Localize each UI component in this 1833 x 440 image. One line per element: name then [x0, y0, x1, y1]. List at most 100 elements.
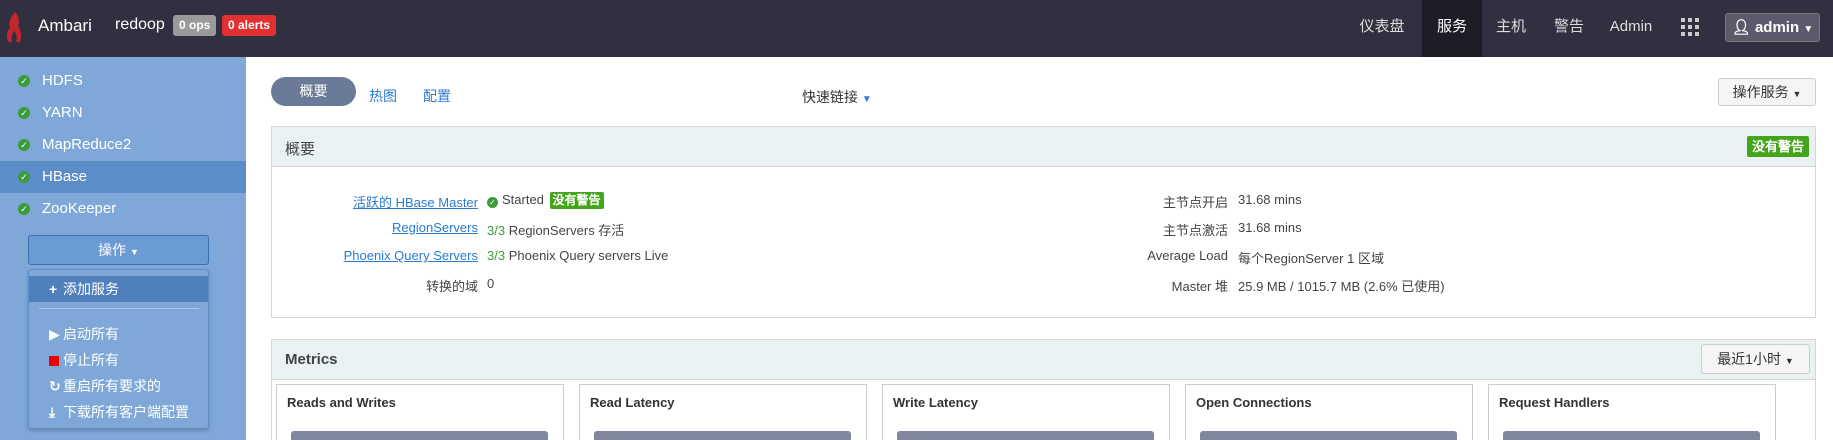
sidebar-item-label: YARN — [42, 104, 83, 121]
actions-label: 操作 — [98, 242, 127, 258]
refresh-icon: ↻ — [49, 378, 61, 394]
widget-chart-area — [897, 431, 1154, 440]
widget-request-handlers[interactable]: Request Handlers — [1488, 384, 1776, 440]
status-ok-icon: ✓ — [18, 75, 30, 87]
brand-name[interactable]: Ambari — [38, 16, 92, 36]
widget-title: Reads and Writes — [287, 395, 396, 410]
top-navbar: Ambari redoop 0 ops 0 alerts 仪表盘 服务 主机 警… — [0, 0, 1833, 57]
user-name: admin — [1754, 19, 1800, 36]
menu-stop-all[interactable]: 停止所有 — [29, 347, 208, 373]
summary-panel-header: 概要 没有警告 — [272, 127, 1815, 167]
caret-down-icon: ▼ — [129, 247, 139, 257]
ops-badge[interactable]: 0 ops — [173, 15, 217, 36]
master-activated-label: 主节点激活 — [1162, 223, 1228, 238]
widget-title: Request Handlers — [1499, 395, 1610, 410]
menu-label: 启动所有 — [63, 326, 119, 342]
widget-reads-and-writes[interactable]: Reads and Writes — [276, 384, 564, 440]
time-range-label: 最近1小时 — [1717, 351, 1781, 367]
regionservers-count: 3/3 — [487, 223, 506, 238]
master-status-text: Started — [502, 192, 544, 207]
user-icon: 👤︎ — [1731, 19, 1751, 36]
status-ok-icon: ✓ — [18, 107, 30, 119]
master-started-label: 主节点开启 — [1162, 195, 1228, 210]
nav-alerts[interactable]: 警告 — [1540, 0, 1598, 57]
widget-title: Read Latency — [590, 395, 675, 410]
widget-chart-area — [594, 431, 851, 440]
cluster-name[interactable]: redoop — [115, 16, 165, 34]
summary-title: 概要 — [285, 141, 316, 158]
download-icon: ⤓ — [49, 404, 56, 420]
nav-services[interactable]: 服务 — [1422, 0, 1482, 57]
master-started-value: 31.68 mins — [1238, 192, 1302, 207]
menu-download-configs[interactable]: ⤓ 下载所有客户端配置 — [29, 399, 208, 425]
menu-label: 重启所有要求的 — [63, 378, 161, 394]
master-heap-value: 25.9 MB / 1015.7 MB (2.6% 已使用) — [1238, 279, 1445, 294]
widget-read-latency[interactable]: Read Latency — [579, 384, 867, 440]
alerts-badge[interactable]: 0 alerts — [222, 15, 277, 36]
regionservers-link[interactable]: RegionServers — [178, 220, 478, 235]
widget-title: Write Latency — [893, 395, 979, 410]
average-load-value: 每个RegionServer 1 区域 — [1238, 251, 1384, 266]
play-icon: ▶ — [49, 326, 60, 342]
phoenix-status: 3/3 Phoenix Query servers Live — [487, 248, 668, 263]
summary-panel: 概要 没有警告 活跃的 HBase Master ✓ Started 没有警告 R… — [271, 126, 1816, 318]
caret-down-icon: ▼ — [1792, 89, 1802, 99]
metrics-panel-header: Metrics — [272, 340, 1815, 380]
time-range-dropdown[interactable]: 最近1小时 ▼ — [1701, 344, 1810, 374]
caret-down-icon: ▼ — [1784, 356, 1794, 366]
status-ok-icon: ✓ — [18, 203, 30, 215]
sidebar-item-yarn[interactable]: ✓ YARN — [0, 97, 246, 129]
master-activated-value: 31.68 mins — [1238, 220, 1302, 235]
sidebar-item-label: ZooKeeper — [42, 200, 117, 217]
service-actions-button[interactable]: 操作服务 ▼ — [1718, 78, 1816, 106]
sidebar-item-mapreduce2[interactable]: ✓ MapReduce2 — [0, 129, 246, 161]
regionservers-text: RegionServers 存活 — [508, 223, 625, 238]
quick-links-dropdown[interactable]: 快速链接 ▼ — [802, 87, 872, 107]
user-menu-button[interactable]: 👤︎ admin ▼ — [1725, 13, 1820, 42]
status-ok-icon: ✓ — [487, 197, 498, 208]
regions-in-transition-label: 转换的域 — [425, 279, 478, 294]
active-hbase-master-link[interactable]: 活跃的 HBase Master — [178, 192, 478, 211]
status-ok-icon: ✓ — [18, 139, 30, 151]
no-alerts-badge[interactable]: 没有警告 — [549, 192, 604, 209]
widget-open-connections[interactable]: Open Connections — [1185, 384, 1473, 440]
average-load-label: Average Load — [1147, 248, 1228, 263]
nav-dashboard[interactable]: 仪表盘 — [1352, 0, 1412, 57]
ambari-logo-icon[interactable] — [4, 10, 26, 44]
widget-title: Open Connections — [1196, 395, 1312, 410]
phoenix-text: Phoenix Query servers Live — [508, 248, 669, 263]
sidebar-item-label: HDFS — [42, 72, 83, 89]
metrics-title: Metrics — [285, 351, 338, 368]
plus-icon: + — [49, 281, 58, 297]
menu-label: 停止所有 — [63, 352, 119, 368]
nav-hosts[interactable]: 主机 — [1482, 0, 1540, 57]
menu-start-all[interactable]: ▶ 启动所有 — [29, 321, 208, 347]
phoenix-query-servers-link[interactable]: Phoenix Query Servers — [178, 248, 478, 263]
tab-configs[interactable]: 配置 — [423, 86, 451, 106]
menu-restart-required[interactable]: ↻ 重启所有要求的 — [29, 373, 208, 399]
menu-label: 添加服务 — [63, 281, 119, 297]
widget-chart-area — [1503, 431, 1760, 440]
caret-down-icon: ▼ — [1803, 24, 1814, 35]
menu-label: 下载所有客户端配置 — [63, 404, 189, 420]
master-heap-label: Master 堆 — [1171, 279, 1228, 294]
menu-divider — [39, 308, 199, 309]
quick-links-label: 快速链接 — [802, 89, 858, 105]
widget-write-latency[interactable]: Write Latency — [882, 384, 1170, 440]
sidebar-item-hdfs[interactable]: ✓ HDFS — [0, 65, 246, 97]
sidebar-item-hbase[interactable]: ✓ HBase — [0, 161, 246, 193]
tab-heatmaps[interactable]: 热图 — [369, 86, 397, 106]
phoenix-count: 3/3 — [487, 248, 506, 263]
nav-admin[interactable]: Admin — [1603, 0, 1659, 57]
stop-icon — [49, 356, 59, 366]
caret-down-icon: ▼ — [861, 94, 872, 105]
no-alerts-badge[interactable]: 没有警告 — [1746, 136, 1809, 157]
service-actions-label: 操作服务 — [1732, 84, 1789, 100]
apps-grid-icon[interactable] — [1681, 18, 1699, 36]
sidebar-item-label: MapReduce2 — [42, 136, 132, 153]
regionservers-status: 3/3 RegionServers 存活 — [487, 220, 624, 239]
tab-summary[interactable]: 概要 — [271, 77, 356, 106]
widget-chart-area — [291, 431, 548, 440]
sidebar-item-label: HBase — [42, 168, 88, 185]
widget-chart-area — [1200, 431, 1457, 440]
